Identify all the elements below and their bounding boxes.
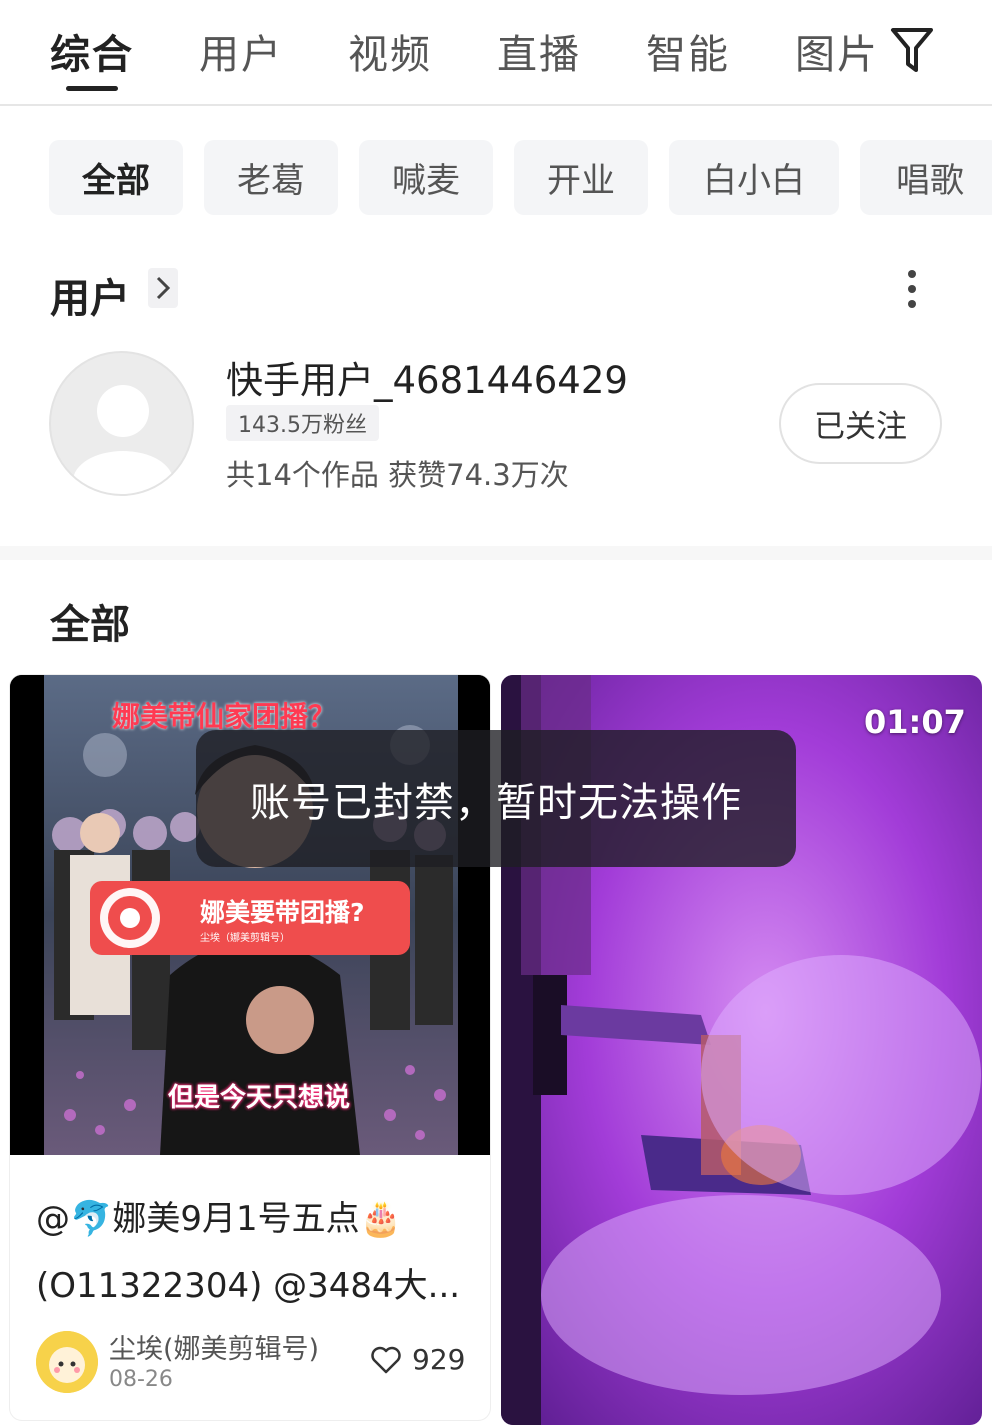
tab-images[interactable]: 图片 xyxy=(795,22,879,80)
all-section-title: 全部 xyxy=(50,602,130,648)
more-options-icon[interactable] xyxy=(900,268,924,310)
users-section-title[interactable]: 用户 xyxy=(50,266,130,324)
sticker-subtitle: 尘埃（娜美剪辑号） xyxy=(200,933,290,944)
tab-users[interactable]: 用户 xyxy=(199,22,283,80)
video-duration: 01:07 xyxy=(864,703,966,741)
tab-comprehensive[interactable]: 综合 xyxy=(50,22,134,80)
sticker-title: 娜美要带团播? xyxy=(200,898,365,927)
chevron-right-icon[interactable] xyxy=(148,268,178,308)
chip-changge[interactable]: 唱歌 xyxy=(860,140,992,215)
chip-kaiye[interactable]: 开业 xyxy=(514,140,648,215)
thumbnail-overlay-title: 娜美带仙家团播？ xyxy=(112,700,337,733)
toast-message: 账号已封禁，暂时无法操作 xyxy=(196,730,796,867)
search-tab-bar: 综合 用户 视频 直播 智能 图片 xyxy=(0,0,992,106)
user-avatar[interactable] xyxy=(49,351,194,496)
keyword-chip-row: 全部 老葛 喊麦 开业 白小白 唱歌 xyxy=(0,140,992,216)
filter-funnel-icon[interactable] xyxy=(890,26,934,74)
chip-hanmai[interactable]: 喊麦 xyxy=(359,140,493,215)
user-name[interactable]: 快手用户_4681446429 xyxy=(226,350,628,404)
active-tab-indicator xyxy=(66,86,118,91)
like-control[interactable]: 929 xyxy=(370,1343,465,1376)
video-subtitle: 但是今天只想说 xyxy=(168,1083,351,1113)
author-name[interactable]: 尘埃(娜美剪辑号) xyxy=(109,1327,319,1366)
user-stats: 共14个作品 获赞74.3万次 xyxy=(226,458,569,492)
tab-smart[interactable]: 智能 xyxy=(646,22,730,80)
video-caption-line2: (O11322304) @3484大... xyxy=(36,1266,461,1306)
default-avatar-icon xyxy=(73,385,173,494)
chip-baixiaobai[interactable]: 白小白 xyxy=(669,140,839,215)
heart-icon[interactable] xyxy=(370,1346,402,1374)
section-divider xyxy=(0,546,992,560)
fans-count-badge: 143.5万粉丝 xyxy=(226,405,379,441)
author-avatar[interactable] xyxy=(36,1331,98,1393)
tab-live[interactable]: 直播 xyxy=(497,22,581,80)
chip-laoge[interactable]: 老葛 xyxy=(204,140,338,215)
tab-videos[interactable]: 视频 xyxy=(348,22,432,80)
follow-button[interactable]: 已关注 xyxy=(779,383,942,464)
video-caption-line1: @🐬娜美9月1号五点🎂 xyxy=(36,1199,402,1239)
chip-all[interactable]: 全部 xyxy=(49,140,183,215)
like-count: 929 xyxy=(412,1343,466,1376)
post-date: 08-26 xyxy=(109,1367,173,1392)
